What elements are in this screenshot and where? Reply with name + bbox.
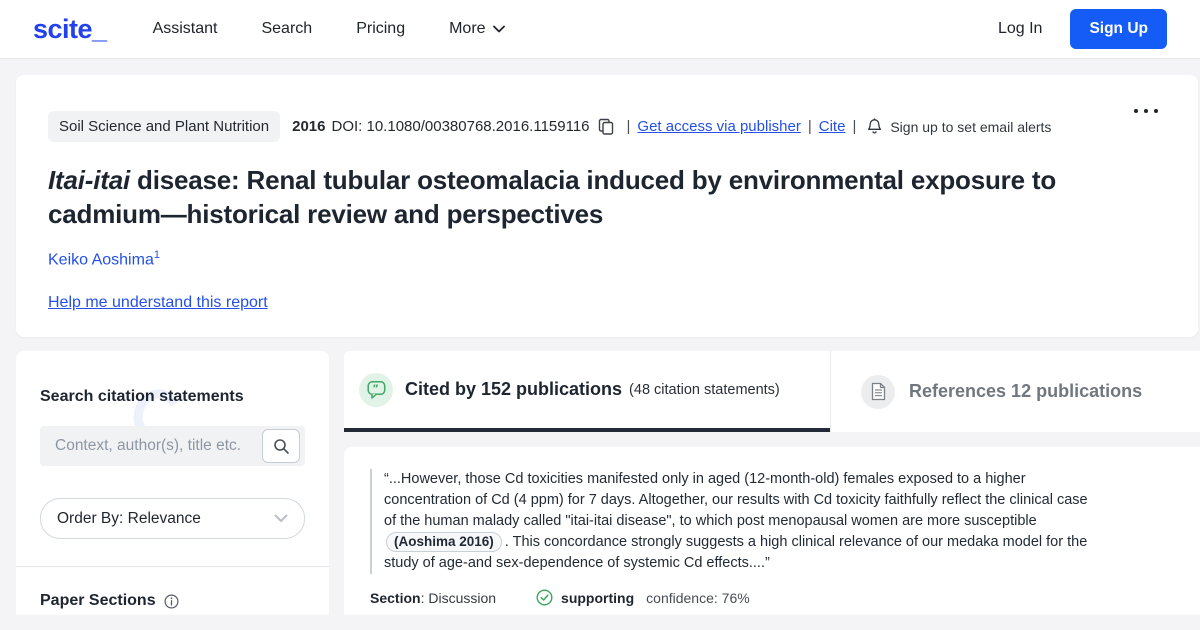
email-alerts-action[interactable]: Sign up to set email alerts (867, 118, 1051, 135)
nav-item-pricing[interactable]: Pricing (356, 20, 405, 38)
references-document-icon (861, 375, 895, 409)
references-label: References 12 publications (909, 381, 1142, 402)
check-circle-icon (536, 589, 553, 606)
citations-main-column: ” Cited by 152 publications (48 citation… (344, 351, 1200, 615)
bell-icon (867, 118, 882, 135)
top-navigation-bar: scite_ Assistant Search Pricing More Log… (0, 0, 1200, 59)
citation-quote-icon: ” (359, 373, 393, 407)
doi-text: DOI: 10.1080/00380768.2016.1159116 (332, 118, 590, 135)
main-nav: Assistant Search Pricing More (153, 20, 549, 38)
inline-citation-badge[interactable]: (Aoshima 2016) (386, 532, 502, 552)
get-access-link[interactable]: Get access via publisher (637, 118, 800, 135)
lower-section: Search citation statements Order By: Rel… (16, 351, 1200, 615)
journal-badge[interactable]: Soil Science and Plant Nutrition (48, 111, 280, 142)
paper-title-rest: disease: Renal tubular osteomalacia indu… (48, 165, 1056, 229)
paper-title-italic: Itai-itai (48, 165, 130, 195)
section-label: Section (370, 590, 421, 606)
separator: | (808, 118, 812, 135)
nav-item-more[interactable]: More (449, 20, 504, 38)
paper-header-card: Soil Science and Plant Nutrition 2016 DO… (16, 75, 1198, 337)
sidebar-divider (16, 566, 329, 567)
email-alerts-label: Sign up to set email alerts (890, 119, 1051, 135)
separator: | (627, 118, 631, 135)
nav-item-search[interactable]: Search (261, 20, 312, 38)
help-understand-link[interactable]: Help me understand this report (48, 294, 268, 312)
supporting-tag: supporting (561, 590, 634, 606)
statement-meta-row: Section : Discussion supporting confiden… (370, 589, 1172, 606)
publication-year: 2016 (292, 118, 325, 135)
confidence-value: confidence: 76% (646, 590, 750, 606)
separator: | (852, 118, 856, 135)
author-affiliation-superscript: 1 (154, 249, 160, 261)
scite-logo[interactable]: scite_ (33, 16, 107, 43)
paper-meta-row: Soil Science and Plant Nutrition 2016 DO… (48, 111, 1166, 142)
citation-search (40, 426, 305, 466)
chevron-down-icon (493, 25, 505, 33)
signup-button[interactable]: Sign Up (1070, 9, 1167, 49)
section-value: : Discussion (421, 590, 496, 606)
tab-references[interactable]: References 12 publications (830, 351, 1200, 432)
search-sidebar: Search citation statements Order By: Rel… (16, 351, 329, 615)
citation-statement-card: “...However, those Cd toxicities manifes… (344, 447, 1200, 615)
paper-sections-heading: Paper Sections (40, 592, 305, 610)
citation-statements-count: (48 citation statements) (629, 382, 780, 398)
copy-doi-icon[interactable] (598, 118, 614, 135)
order-by-value: Order By: Relevance (57, 510, 201, 528)
order-by-select[interactable]: Order By: Relevance (40, 498, 305, 539)
search-submit-button[interactable] (262, 429, 300, 463)
search-citation-heading: Search citation statements (40, 388, 305, 406)
info-icon[interactable] (164, 594, 179, 609)
quote-text-part1: “...However, those Cd toxicities manifes… (384, 471, 1088, 529)
search-icon (273, 438, 290, 455)
more-options-icon[interactable] (1128, 103, 1164, 119)
nav-item-assistant[interactable]: Assistant (153, 20, 218, 38)
citations-tabs: ” Cited by 152 publications (48 citation… (344, 351, 1200, 432)
login-link[interactable]: Log In (998, 20, 1042, 38)
cite-link[interactable]: Cite (819, 118, 846, 135)
paper-title: Itai-itai disease: Renal tubular osteoma… (48, 164, 1068, 232)
supporting-classification[interactable]: supporting (536, 589, 634, 606)
svg-text:”: ” (372, 384, 379, 395)
tab-cited-by[interactable]: ” Cited by 152 publications (48 citation… (344, 351, 830, 432)
chevron-down-icon (274, 514, 288, 523)
author-link[interactable]: Keiko Aoshima1 (48, 249, 1166, 269)
citation-statement-quote: “...However, those Cd toxicities manifes… (370, 469, 1092, 574)
cited-by-label: Cited by 152 publications (405, 379, 622, 400)
